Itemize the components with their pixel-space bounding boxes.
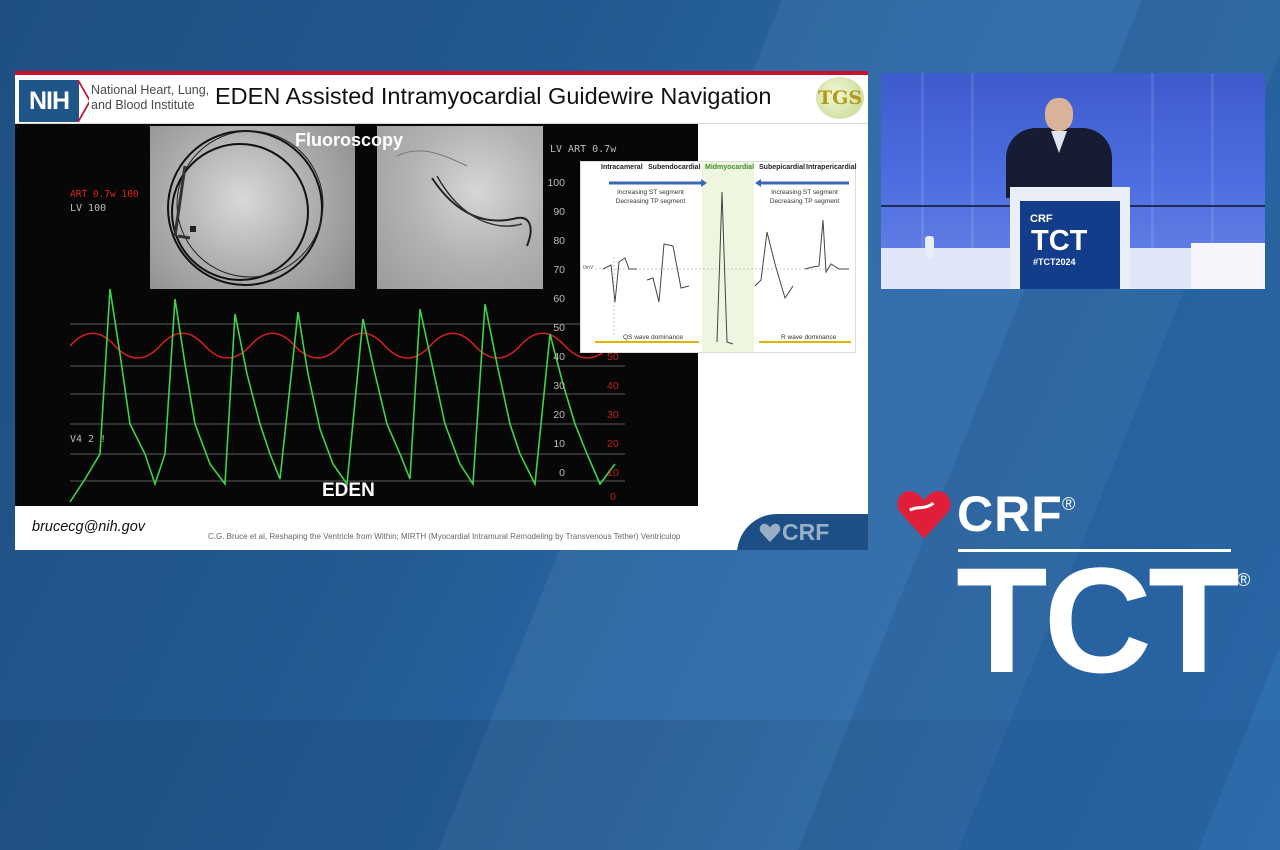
tgs-logo: TGS (816, 77, 864, 119)
heart-icon (759, 523, 781, 543)
crf-heart-icon (897, 491, 951, 539)
scale-tick: 100 (547, 177, 565, 189)
scale-tick: 90 (553, 206, 565, 218)
podium-hashtag: #TCT2024 (1033, 257, 1076, 267)
scale-tick: 10 (553, 438, 565, 450)
scale-tick: 60 (553, 293, 565, 305)
podium-sign: CRF TCT #TCT2024 (1020, 201, 1120, 289)
contact-email: brucecg@nih.gov (32, 519, 146, 535)
scale-tick: 40 (553, 351, 565, 363)
scale-tick: 70 (553, 264, 565, 276)
zone-intrapericardial: Intrapericardial (806, 164, 857, 171)
nih-logo: NIH (19, 80, 89, 122)
brand-crf: CRF (957, 486, 1063, 542)
scale-tick: 80 (553, 235, 565, 247)
slide-accent-bar (15, 71, 868, 75)
baseline-label: 0mV (583, 265, 594, 271)
monitor-lv-right-label: LV ART 0.7w (550, 144, 617, 155)
tgs-logo-text: TGS (817, 87, 863, 109)
left-segment-note: Increasing ST segment Decreasing TP segm… (615, 189, 686, 205)
slide-title: EDEN Assisted Intramyocardial Guidewire … (215, 83, 772, 109)
zone-subendocardial: Subendocardial (648, 164, 701, 171)
water-bottle (925, 236, 934, 258)
nih-chevron-icon (77, 80, 89, 122)
monitor-art-label: ART 0.7w 100 (70, 189, 139, 200)
zone-intracameral: Intracameral (601, 164, 643, 171)
right-segment-note: Increasing ST segment Decreasing TP segm… (769, 189, 840, 205)
scale-tick: 20 (553, 409, 565, 421)
scale-tick: 0 (610, 491, 616, 503)
scale-tick: 50 (553, 322, 565, 334)
speaker-video: CRF TCT #TCT2024 (881, 73, 1265, 289)
brand-tct: TCT (956, 536, 1240, 704)
fluoroscopy-label: Fluoroscopy (295, 130, 404, 150)
ecg-zone-diagram: Intracameral Subendocardial Midmyocardia… (580, 161, 857, 353)
podium-crf-text: CRF (1030, 213, 1053, 225)
zone-subepicardial: Subepicardial (759, 164, 805, 171)
r-dominance-label: R wave dominance (781, 334, 837, 341)
monitor-lv-label: LV 100 (70, 203, 107, 214)
crf-corner-text: CRF (782, 519, 830, 545)
citation: C.G. Bruce et al, Reshaping the Ventricl… (208, 532, 681, 541)
speaker-head (1045, 98, 1073, 131)
side-table (1191, 243, 1265, 289)
zone-midmyocardial: Midmyocardial (705, 164, 755, 171)
scale-tick: 30 (553, 380, 565, 392)
scale-tick: 10 (607, 467, 619, 479)
scale-tick: 30 (607, 409, 619, 421)
scale-tick: 40 (607, 380, 619, 392)
crf-corner-logo: CRF (737, 514, 868, 550)
registered-mark: ® (1237, 570, 1251, 590)
scale-tick: 0 (559, 467, 565, 479)
presentation-slide: NIH National Heart, Lung, and Blood Inst… (15, 71, 868, 550)
monitor-lead-label: V4 2 ! (70, 434, 107, 445)
qs-dominance-label: QS wave dominance (623, 334, 683, 341)
registered-mark: ® (1062, 494, 1076, 514)
scale-tick: 20 (607, 438, 619, 450)
eden-label: EDEN (322, 480, 375, 501)
podium-tct-text: TCT (1031, 225, 1088, 257)
org-name: National Heart, Lung, and Blood Institut… (91, 83, 210, 112)
